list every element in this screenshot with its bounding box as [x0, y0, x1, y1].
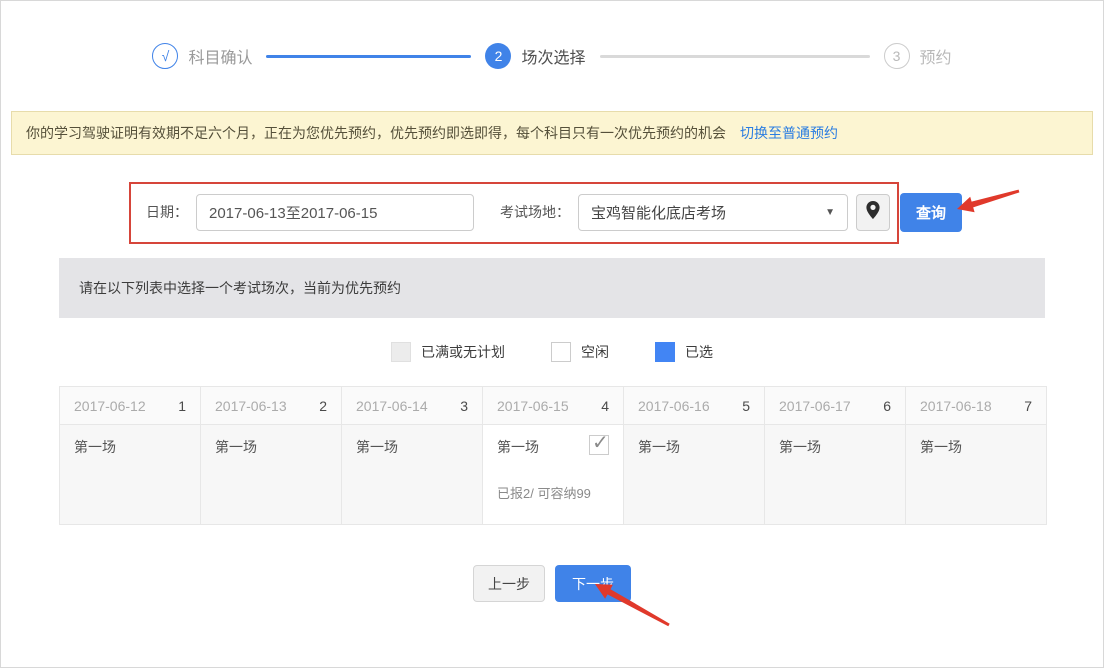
query-button[interactable]: 查询 — [900, 193, 962, 232]
previous-step-button[interactable]: 上一步 — [473, 565, 545, 602]
session-list-instruction: 请在以下列表中选择一个考试场次，当前为优先预约 — [59, 258, 1045, 318]
session-cell-selected[interactable]: 第一场 ✓ 已报2/ 可容纳99 — [483, 425, 624, 525]
calendar-header-cell: 2017-06-154 — [483, 387, 624, 425]
legend-selected: 已选 — [655, 342, 713, 362]
session-cell[interactable]: 第一场 — [201, 425, 342, 525]
legend-full: 已满或无计划 — [391, 342, 505, 362]
legend-selected-swatch — [655, 342, 675, 362]
date-label: 日期： — [146, 202, 188, 222]
session-cell[interactable]: 第一场 — [624, 425, 765, 525]
check-icon: ✓ — [592, 430, 609, 455]
wizard-stepper: √ 科目确认 2 场次选择 3 预约 — [1, 1, 1103, 111]
legend-full-swatch — [391, 342, 411, 362]
step-label: 预约 — [920, 44, 952, 68]
session-cell[interactable]: 第一场 — [60, 425, 201, 525]
step-appointment: 3 预约 — [884, 43, 952, 69]
chevron-down-icon: ▼ — [825, 207, 835, 218]
date-range-input[interactable] — [196, 194, 474, 231]
session-cell[interactable]: 第一场 — [342, 425, 483, 525]
step-connector-pending — [600, 55, 870, 58]
session-calendar-table: 2017-06-121 2017-06-132 2017-06-143 2017… — [59, 386, 1047, 525]
map-location-button[interactable] — [856, 194, 890, 231]
step-label: 场次选择 — [521, 44, 585, 68]
session-status-legend: 已满或无计划 空闲 已选 — [59, 318, 1045, 386]
calendar-header-cell: 2017-06-187 — [906, 387, 1047, 425]
query-filter-bar: 日期： 考试场地： 宝鸡智能化底店考场 ▼ 查询 — [1, 155, 1103, 258]
calendar-header-cell: 2017-06-121 — [60, 387, 201, 425]
step-number-icon: 3 — [884, 43, 910, 69]
session-checkbox[interactable]: ✓ — [589, 435, 609, 455]
step-connector-done — [266, 55, 471, 58]
step-subject-confirm: √ 科目确认 — [152, 43, 252, 69]
booking-page: √ 科目确认 2 场次选择 3 预约 你的学习驾驶证明有效期不足六个月，正在为您… — [0, 0, 1104, 668]
calendar-header-cell: 2017-06-176 — [765, 387, 906, 425]
legend-free: 空闲 — [551, 342, 609, 362]
switch-to-normal-booking-link[interactable]: 切换至普通预约 — [740, 123, 838, 143]
map-pin-icon — [866, 201, 880, 224]
exam-site-label: 考试场地： — [500, 202, 570, 222]
step-session-select: 2 场次选择 — [485, 43, 585, 69]
notice-text: 你的学习驾驶证明有效期不足六个月，正在为您优先预约，优先预约即选即得，每个科目只… — [26, 123, 726, 143]
step-number-icon: 2 — [485, 43, 511, 69]
calendar-header-cell: 2017-06-143 — [342, 387, 483, 425]
next-step-button[interactable]: 下一步 — [555, 565, 631, 602]
calendar-header-cell: 2017-06-132 — [201, 387, 342, 425]
exam-site-select[interactable]: 宝鸡智能化底店考场 ▼ — [578, 194, 848, 231]
session-cell[interactable]: 第一场 — [906, 425, 1047, 525]
exam-site-selected-value: 宝鸡智能化底店考场 — [591, 202, 726, 223]
step-label: 科目确认 — [188, 44, 252, 68]
legend-free-swatch — [551, 342, 571, 362]
wizard-footer: 上一步 下一步 — [1, 525, 1103, 602]
step-done-icon: √ — [152, 43, 178, 69]
session-cell[interactable]: 第一场 — [765, 425, 906, 525]
priority-booking-notice: 你的学习驾驶证明有效期不足六个月，正在为您优先预约，优先预约即选即得，每个科目只… — [11, 111, 1093, 155]
calendar-header-cell: 2017-06-165 — [624, 387, 765, 425]
session-capacity-info: 已报2/ 可容纳99 — [497, 483, 609, 502]
